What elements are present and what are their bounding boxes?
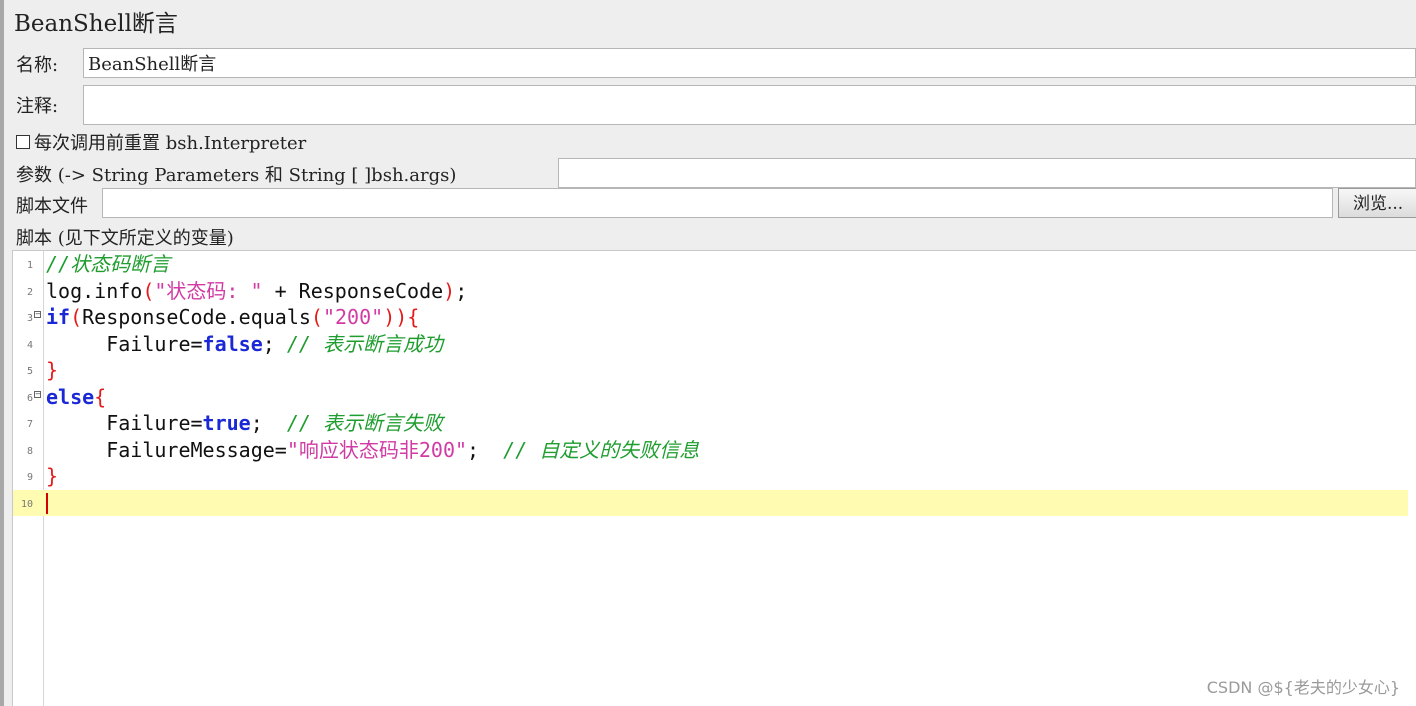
code-token: ( (70, 305, 83, 329)
text-caret (46, 492, 48, 514)
code-token: ( (310, 305, 323, 329)
code-text: log.info("状态码: " + ResponseCode); (46, 278, 467, 305)
line-number: 1 (26, 260, 33, 271)
code-token: if (46, 305, 71, 329)
line-number: 5 (26, 366, 33, 377)
code-token: ; (467, 437, 504, 462)
code-token: ; (455, 278, 468, 303)
script-file-input[interactable] (102, 188, 1333, 218)
code-token: ResponseCode.equals (82, 305, 311, 329)
name-label: 名称: (16, 55, 59, 76)
code-token: log.info (46, 278, 143, 303)
code-line-9[interactable]: 9} (13, 463, 1416, 490)
code-token: Failure= (46, 331, 203, 356)
code-text: FailureMessage="响应状态码非200"; // 自定义的失败信息 (46, 437, 699, 464)
watermark: CSDN @${老夫的少女心} (1206, 678, 1400, 697)
fold-minus-icon[interactable]: − (34, 390, 41, 398)
code-token: "响应状态码非200" (286, 437, 468, 462)
code-text: } (46, 463, 58, 490)
code-token: false (202, 331, 263, 356)
window-frame-edge (0, 0, 4, 706)
code-text: else{ (46, 384, 106, 411)
line-number: 6 (26, 392, 33, 404)
code-token: else (46, 384, 95, 409)
code-text: Failure=true; // 表示断言失败 (46, 410, 443, 437)
code-token: "200" (322, 305, 384, 329)
line-number: 4 (26, 339, 33, 351)
code-token: ) (443, 278, 456, 303)
code-token: Failure= (46, 411, 203, 435)
comment-input[interactable] (83, 85, 1416, 125)
code-token: { (94, 384, 107, 409)
code-line-5[interactable]: 5} (13, 357, 1416, 384)
code-token: ; (262, 331, 287, 356)
script-label: 脚本 (见下文所定义的变量) (16, 228, 234, 249)
code-text: } (46, 357, 58, 384)
reset-interpreter-row[interactable]: 每次调用前重置 bsh.Interpreter (16, 129, 306, 155)
line-number: 2 (26, 286, 33, 298)
code-token: ; (250, 411, 287, 435)
code-token: true (202, 411, 251, 435)
reset-interpreter-label: 每次调用前重置 bsh.Interpreter (34, 133, 307, 154)
code-line-1[interactable]: 1 //状态码断言 (13, 251, 1416, 278)
code-token: ( (142, 278, 155, 303)
name-input[interactable] (83, 48, 1416, 78)
code-text: if(ResponseCode.equals("200")){ (46, 304, 419, 331)
code-token: // 自定义的失败信息 (503, 437, 700, 462)
code-token: // 表示断言失败 (286, 411, 443, 435)
line-number: 3 (26, 313, 33, 324)
page-title: BeanShell断言 (14, 11, 178, 37)
code-text: Failure=false; // 表示断言成功 (46, 331, 443, 358)
code-line-7[interactable]: 7 Failure=true; // 表示断言失败 (13, 410, 1416, 437)
code-line-4[interactable]: 4 Failure=false; // 表示断言成功 (13, 331, 1416, 358)
code-line-6[interactable]: 6− else{ (13, 384, 1416, 411)
code-text: //状态码断言 (46, 251, 170, 278)
line-number: 7 (26, 419, 33, 430)
code-token: FailureMessage= (46, 437, 287, 462)
parameters-input[interactable] (558, 158, 1416, 188)
line-number: 8 (26, 445, 33, 457)
code-token: } (46, 464, 59, 488)
code-line-3[interactable]: 3− if(ResponseCode.equals("200")){ (13, 304, 1416, 331)
checkbox-unchecked-icon[interactable] (16, 135, 30, 149)
code-line-2[interactable]: 2 log.info("状态码: " + ResponseCode); (13, 278, 1416, 305)
browse-button[interactable]: 浏览... (1338, 188, 1416, 218)
code-token: // 表示断言成功 (286, 331, 443, 356)
parameters-label: 参数 (-> String Parameters 和 String [ ]bsh… (16, 165, 457, 186)
code-line-8[interactable]: 8 FailureMessage="响应状态码非200"; // 自定义的失败信… (13, 437, 1416, 464)
fold-minus-icon[interactable]: − (34, 311, 41, 318)
comment-label: 注释: (16, 96, 59, 117)
code-token: { (407, 305, 420, 329)
code-token: )) (383, 305, 408, 329)
script-editor[interactable]: 1//状态码断言 2 log.info("状态码: " + ResponseCode… (12, 250, 1416, 706)
code-token: + ResponseCode (262, 278, 444, 303)
code-line-10[interactable]: 10 (13, 489, 1408, 516)
code-token: //状态码断言 (46, 252, 171, 276)
line-number: 10 (20, 498, 33, 510)
code-token: "状态码: " (154, 278, 263, 303)
script-file-label: 脚本文件 (16, 196, 88, 217)
code-token: } (46, 358, 59, 382)
line-number: 9 (26, 472, 33, 483)
